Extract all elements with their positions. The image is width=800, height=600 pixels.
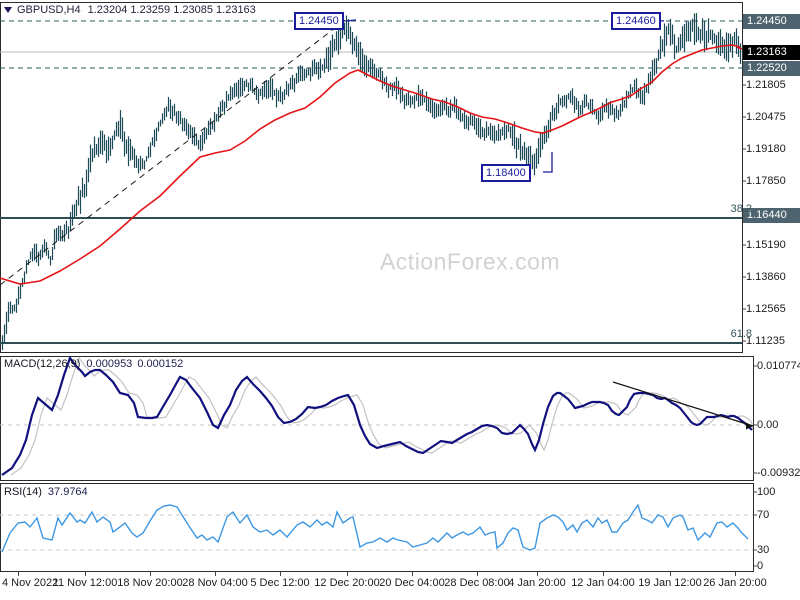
macd-tick-label: 0.010774	[757, 360, 800, 372]
macd-tick-label: -0.009328	[757, 467, 800, 479]
time-tick-label: 26 Jan 20:00	[703, 577, 767, 589]
rsi-value: 37.9764	[47, 486, 88, 498]
chart-canvas[interactable]	[0, 0, 800, 600]
rsi-tick-label: 100	[757, 486, 776, 498]
rsi-name: RSI(14)	[4, 486, 42, 498]
time-tick-label: 28 Dec 08:00	[444, 577, 510, 589]
time-tick-label: 4 Nov 2022	[2, 577, 59, 589]
annotation-box-resistance-1[interactable]: 1.24450	[294, 12, 344, 30]
fib-382-label: 38.2	[730, 203, 752, 215]
price-tick-label: 1.12565	[746, 303, 786, 315]
rsi-tick-label: 30	[757, 544, 770, 556]
annotation-box-resistance-2[interactable]: 1.24460	[611, 12, 661, 30]
time-tick-label: 28 Nov 04:00	[182, 577, 248, 589]
fib-618-label: 61.8	[730, 328, 752, 340]
rsi-tick-label: 0	[757, 560, 764, 572]
price-level-label: 1.24450	[743, 14, 800, 29]
macd-name: MACD(12,26,9)	[4, 358, 81, 370]
time-tick-label: 12 Jan 04:00	[571, 577, 635, 589]
price-level-label: 1.22520	[743, 61, 800, 76]
macd-value-main: 0.000953	[86, 358, 133, 370]
time-tick-label: 5 Dec 12:00	[250, 577, 310, 589]
price-tick-label: 1.19180	[746, 143, 786, 155]
rsi-indicator-label: RSI(14) 37.9764	[4, 486, 88, 498]
price-tick-label: 1.21805	[746, 79, 786, 91]
price-tick-label: 1.13860	[746, 271, 786, 283]
rsi-tick-label: 70	[757, 509, 770, 521]
time-tick-label: 19 Jan 12:00	[638, 577, 702, 589]
price-tick-label: 1.17850	[746, 175, 786, 187]
annotation-box-support[interactable]: 1.18400	[481, 164, 531, 182]
symbol-timeframe: GBPUSD,H4	[17, 4, 81, 16]
macd-tick-label: 0.00	[757, 419, 779, 431]
symbol-dropdown-icon[interactable]	[4, 7, 12, 13]
macd-indicator-label: MACD(12,26,9) 0.000953 0.000152	[4, 358, 183, 370]
time-tick-label: 20 Dec 04:00	[379, 577, 445, 589]
price-level-label: 1.23163	[743, 45, 800, 60]
time-tick-label: 4 Jan 20:00	[508, 577, 566, 589]
price-tick-label: 1.15190	[746, 239, 786, 251]
mt4-forex-chart-window: ActionForex.com GBPUSD,H4 1.23204 1.23259…	[0, 0, 800, 600]
chart-title: GBPUSD,H4 1.23204 1.23259 1.23085 1.23163	[4, 4, 256, 16]
time-tick-label: 12 Dec 20:00	[314, 577, 380, 589]
time-tick-label: 11 Nov 12:00	[52, 577, 118, 589]
macd-value-signal: 0.000152	[137, 358, 184, 370]
time-tick-label: 18 Nov 20:00	[117, 577, 183, 589]
price-tick-label: 1.20475	[746, 111, 786, 123]
ohlc-values: 1.23204 1.23259 1.23085 1.23163	[87, 4, 256, 16]
